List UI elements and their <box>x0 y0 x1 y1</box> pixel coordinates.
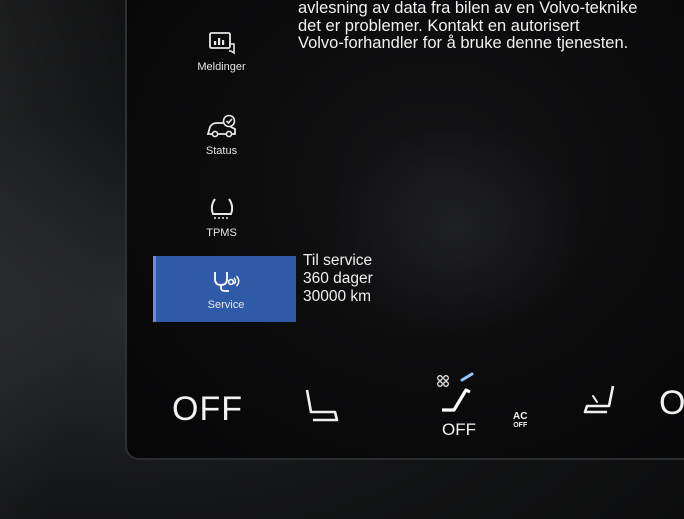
car-status-icon <box>205 113 239 141</box>
sidebar-item-service[interactable]: Service <box>153 256 296 322</box>
screen-glare <box>327 120 587 340</box>
sidebar-item-label: TPMS <box>206 227 237 239</box>
ac-off-button[interactable]: AC OFF <box>513 412 527 430</box>
sidebar-item-label: Status <box>205 145 238 157</box>
sidebar-item-status[interactable]: Status <box>149 102 294 168</box>
left-seat-heat-button[interactable] <box>299 386 343 431</box>
service-title: Til service <box>303 252 373 269</box>
sidebar-item-label: Meldinger <box>197 61 246 73</box>
service-message-text: avlesning av data fra bilen av en Volvo-… <box>298 0 638 52</box>
sidebar-item-label: Service <box>207 299 245 311</box>
stethoscope-icon <box>209 267 243 295</box>
sidebar-menu: Meldinger Status TPMS Service <box>127 0 297 340</box>
ac-off-label: OFF <box>513 422 528 429</box>
left-temperature-off[interactable]: OFF <box>172 390 243 429</box>
service-days-remaining: 360 dager <box>303 270 373 287</box>
fan-off-label: OFF <box>442 420 476 439</box>
sidebar-item-tpms[interactable]: TPMS <box>149 184 294 250</box>
climate-bar: OFF OFF AC OFF O <box>127 360 684 458</box>
sidebar-item-meldinger[interactable]: Meldinger <box>149 18 294 84</box>
tire-pressure-icon <box>205 195 239 223</box>
right-seat-heat-button[interactable] <box>577 380 621 425</box>
infotainment-screen: avlesning av data fra bilen av en Volvo-… <box>125 0 684 460</box>
right-temperature-partial[interactable]: O <box>659 384 684 423</box>
fan-airflow-button[interactable] <box>432 370 484 421</box>
messages-icon <box>205 29 239 57</box>
service-distance-remaining: 30000 km <box>303 288 372 305</box>
service-interval-panel: Til service 360 dager 30000 km <box>303 252 373 306</box>
